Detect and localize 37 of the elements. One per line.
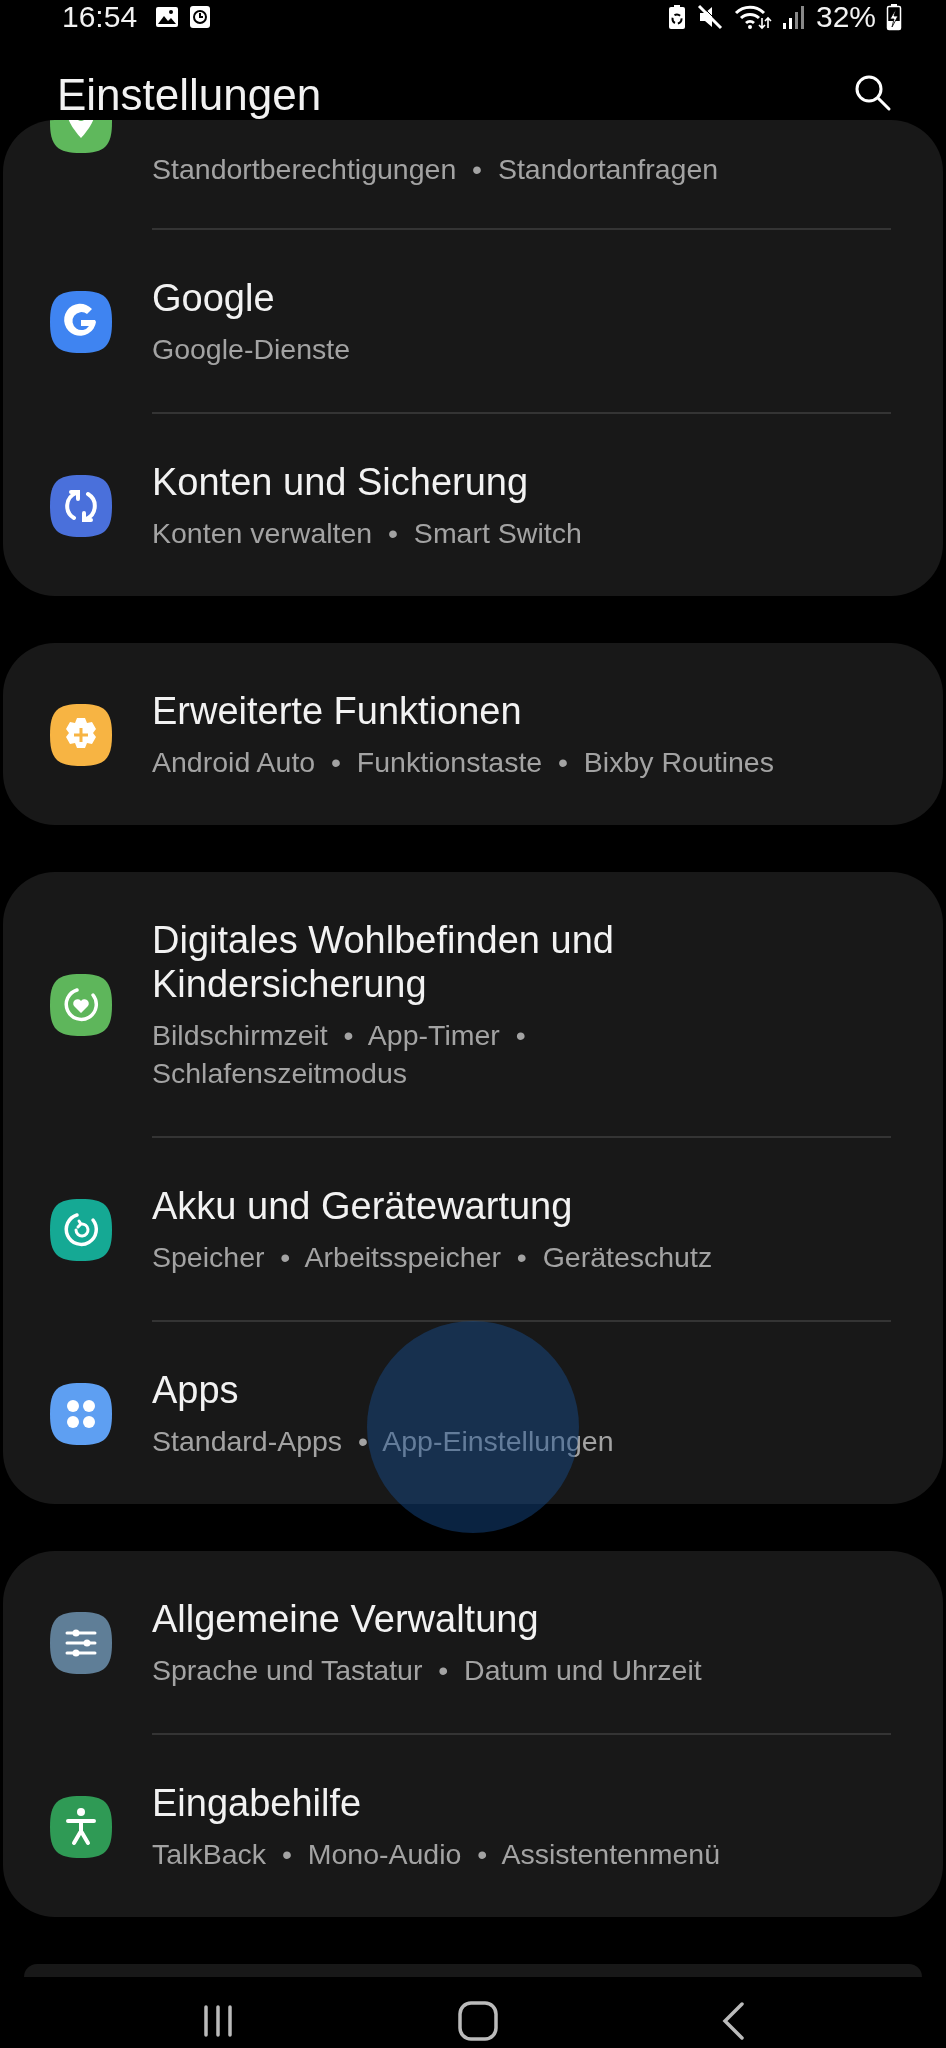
item-subtitle: Standortberechtigungen • Standortanfragen [152,152,719,187]
battery-charging-icon [886,3,902,31]
wifi-icon [733,4,772,30]
signal-icon [781,4,806,30]
item-title: Google [152,276,276,320]
image-icon [155,6,180,28]
item-subtitle: Google-Dienste [152,332,351,367]
item-title: Akku und Gerätewartung [152,1184,574,1228]
item-title: Konten und Sicherung [152,460,530,504]
item-title: Eingabehilfe [152,1781,363,1825]
settings-item[interactable]: Akku und Gerätewartung Speicher • Arbeitsspeicher • Geräteschutz [3,1138,943,1320]
settings-item[interactable]: Google Google-Dienste [3,230,943,412]
item-subtitle: Bildschirmzeit • App-Timer • Schlafenszeitmodus [152,1018,527,1091]
battery-percent: 32% [815,0,876,34]
settings-item[interactable]: Digitales Wohlbefinden und Kindersicherung Bildschirmzeit • App-Timer • Schlafenszeitmodus [3,872,943,1136]
settings-item[interactable]: Konten und Sicherung Konten verwalten • Smart Switch [3,414,943,596]
item-subtitle: Konten verwalten • Smart Switch [152,516,582,551]
settings-item[interactable]: Standortberechtigungen • Standortanfragen [3,120,943,228]
settings-item[interactable]: Allgemeine Verwaltung Sprache und Tastatur • Datum und Uhrzeit [3,1551,943,1733]
item-title: Erweiterte Funktionen [152,689,523,733]
clock-icon [189,5,212,29]
item-title: Allgemeine Verwaltung [152,1597,540,1641]
mute-icon [695,4,724,30]
item-subtitle: Speicher • Arbeitsspeicher • Geräteschutz [152,1240,713,1275]
item-title: Apps [152,1368,240,1412]
item-subtitle: TalkBack • Mono-Audio • Assistentenmenü [152,1837,721,1872]
item-subtitle: Standard-Apps • App-Einstellungen [152,1424,614,1459]
home-icon [457,2000,499,2042]
settings-item[interactable]: Erweiterte Funktionen Android Auto • Funktionstaste • Bixby Routines [3,643,943,825]
item-subtitle: Sprache und Tastatur • Datum und Uhrzeit [152,1653,702,1688]
battery-saver-icon [667,4,686,30]
status-time: 16:54 [62,0,138,34]
settings-item[interactable]: Eingabehilfe TalkBack • Mono-Audio • Assistentenmenü [3,1735,943,1917]
settings-item[interactable]: Apps Standard-Apps • App-Einstellungen [3,1322,943,1504]
item-title: Digitales Wohlbefinden und Kindersicherung [152,918,614,1006]
item-subtitle: Android Auto • Funktionstaste • Bixby Routines [152,745,774,780]
page-title: Einstellungen [57,70,322,120]
